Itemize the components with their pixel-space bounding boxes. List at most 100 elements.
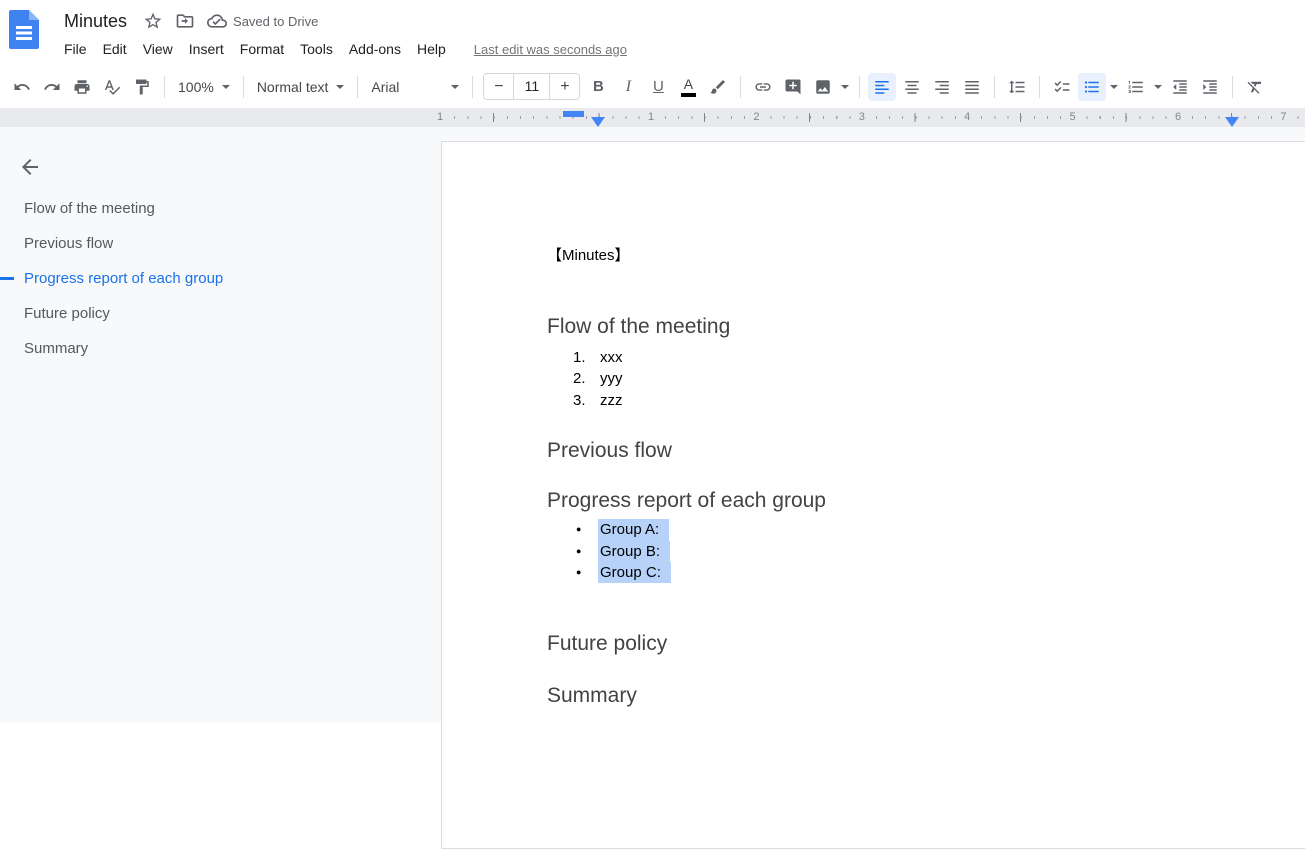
document-page[interactable]: 【Minutes】 Flow of the meeting 1.xxx2.yyy3…	[441, 141, 1305, 849]
outline-item[interactable]: Progress report of each group	[0, 261, 441, 296]
menu-format[interactable]: Format	[232, 38, 292, 60]
insert-link-icon[interactable]	[749, 73, 777, 101]
paint-format-icon[interactable]	[128, 73, 156, 101]
doc-heading[interactable]: Flow of the meeting	[547, 313, 1244, 340]
star-icon[interactable]	[143, 11, 163, 31]
menu-insert[interactable]: Insert	[181, 38, 232, 60]
align-justify-icon[interactable]	[958, 73, 986, 101]
doc-section: Progress report of each group●Group A:●G…	[547, 487, 1244, 583]
text-color-label: A	[684, 77, 693, 92]
ruler-number: 3	[855, 108, 869, 127]
doc-section: Future policy	[547, 630, 1244, 657]
spellcheck-icon[interactable]	[98, 73, 126, 101]
bulleted-list-menu-arrow[interactable]	[1107, 73, 1121, 101]
italic-button[interactable]: I	[614, 73, 642, 101]
document-title[interactable]: Minutes	[60, 10, 131, 33]
doc-title-line[interactable]: 【Minutes】	[547, 246, 1244, 266]
add-comment-icon[interactable]	[779, 73, 807, 101]
doc-sections: Flow of the meeting 1.xxx2.yyy3.zzz Previo…	[547, 313, 1244, 709]
print-icon[interactable]	[68, 73, 96, 101]
numbered-list-icon[interactable]	[1122, 73, 1150, 101]
menu-tools[interactable]: Tools	[292, 38, 341, 60]
doc-list-item[interactable]: ●Group B:	[547, 541, 1244, 562]
paragraph-style-select[interactable]: Normal text	[251, 73, 351, 101]
saved-status: Saved to Drive	[207, 11, 318, 31]
left-indent-marker[interactable]	[591, 117, 605, 127]
highlight-color-icon[interactable]	[704, 73, 732, 101]
align-center-icon[interactable]	[898, 73, 926, 101]
toolbar-divider	[243, 76, 244, 98]
menu-addons[interactable]: Add-ons	[341, 38, 409, 60]
doc-heading[interactable]: Future policy	[547, 630, 1244, 657]
decrease-font-size-button[interactable]: −	[484, 74, 513, 99]
bullet-icon: ●	[547, 562, 600, 583]
doc-section: Summary	[547, 682, 1244, 709]
clear-formatting-icon[interactable]	[1241, 73, 1269, 101]
outline-item[interactable]: Summary	[0, 331, 441, 366]
font-select[interactable]: Arial	[365, 73, 465, 101]
font-size-value[interactable]: 11	[513, 74, 550, 99]
menu-edit[interactable]: Edit	[95, 38, 135, 60]
text-color-bar	[681, 93, 696, 97]
undo-icon[interactable]	[8, 73, 36, 101]
list-item-text[interactable]: yyy	[600, 368, 623, 389]
font-size-control: − 11 +	[483, 73, 580, 100]
menu-help[interactable]: Help	[409, 38, 454, 60]
bullet-icon: ●	[547, 541, 600, 562]
list-number: 1.	[547, 347, 600, 368]
toolbar-divider	[1039, 76, 1040, 98]
chevron-down-icon	[222, 85, 230, 89]
line-spacing-icon[interactable]	[1003, 73, 1031, 101]
align-right-icon[interactable]	[928, 73, 956, 101]
menu-view[interactable]: View	[135, 38, 181, 60]
doc-list-item[interactable]: 2.yyy	[547, 368, 1244, 389]
close-outline-back-icon[interactable]	[16, 153, 44, 181]
toolbar-divider	[994, 76, 995, 98]
move-to-folder-icon[interactable]	[175, 11, 195, 31]
bullet-icon: ●	[547, 519, 600, 540]
selected-text[interactable]: Group C:	[598, 562, 671, 583]
first-line-indent-marker[interactable]	[563, 111, 584, 117]
bullet-list: ●Group A:●Group B:●Group C:	[547, 519, 1244, 583]
checklist-icon[interactable]	[1048, 73, 1076, 101]
insert-image-icon[interactable]	[809, 73, 837, 101]
numbered-list-menu-arrow[interactable]	[1151, 73, 1165, 101]
align-left-icon[interactable]	[868, 73, 896, 101]
increase-indent-icon[interactable]	[1196, 73, 1224, 101]
outline-item[interactable]: Previous flow	[0, 226, 441, 261]
underline-button[interactable]: U	[644, 73, 672, 101]
toolbar-divider	[740, 76, 741, 98]
list-item-text[interactable]: xxx	[600, 347, 623, 368]
bulleted-list-icon[interactable]	[1078, 73, 1106, 101]
main-canvas: Flow of the meetingPrevious flowProgress…	[0, 127, 1305, 723]
insert-image-menu-arrow[interactable]	[838, 73, 852, 101]
doc-list-item[interactable]: 1.xxx	[547, 347, 1244, 368]
doc-heading[interactable]: Progress report of each group	[547, 487, 1244, 514]
paragraph-style-value: Normal text	[257, 79, 329, 95]
doc-section: Previous flow	[547, 437, 1244, 464]
menu-file[interactable]: File	[56, 38, 95, 60]
toolbar: 100% Normal text Arial − 11 + B I U A	[0, 65, 1305, 108]
google-docs-logo-icon[interactable]	[9, 10, 39, 49]
increase-font-size-button[interactable]: +	[550, 74, 579, 99]
doc-heading[interactable]: Previous flow	[547, 437, 1244, 464]
decrease-indent-icon[interactable]	[1166, 73, 1194, 101]
selected-text[interactable]: Group A:	[598, 519, 669, 540]
doc-list-item[interactable]: ●Group C:	[547, 562, 1244, 583]
doc-heading[interactable]: Summary	[547, 682, 1244, 709]
doc-list-item[interactable]: 3.zzz	[547, 390, 1244, 411]
list-item-text[interactable]: zzz	[600, 390, 623, 411]
ruler-number: 2	[749, 108, 763, 127]
outline-item[interactable]: Flow of the meeting	[0, 191, 441, 226]
text-color-button[interactable]: A	[674, 73, 702, 101]
doc-list-item[interactable]: ●Group A:	[547, 519, 1244, 540]
bold-button[interactable]: B	[584, 73, 612, 101]
redo-icon[interactable]	[38, 73, 66, 101]
ruler-number: 5	[1066, 108, 1080, 127]
outline-item[interactable]: Future policy	[0, 296, 441, 331]
zoom-select[interactable]: 100%	[172, 73, 236, 101]
right-indent-marker[interactable]	[1225, 117, 1239, 127]
saved-status-label: Saved to Drive	[233, 14, 318, 29]
last-edit-link[interactable]: Last edit was seconds ago	[474, 42, 627, 57]
selected-text[interactable]: Group B:	[598, 541, 670, 562]
